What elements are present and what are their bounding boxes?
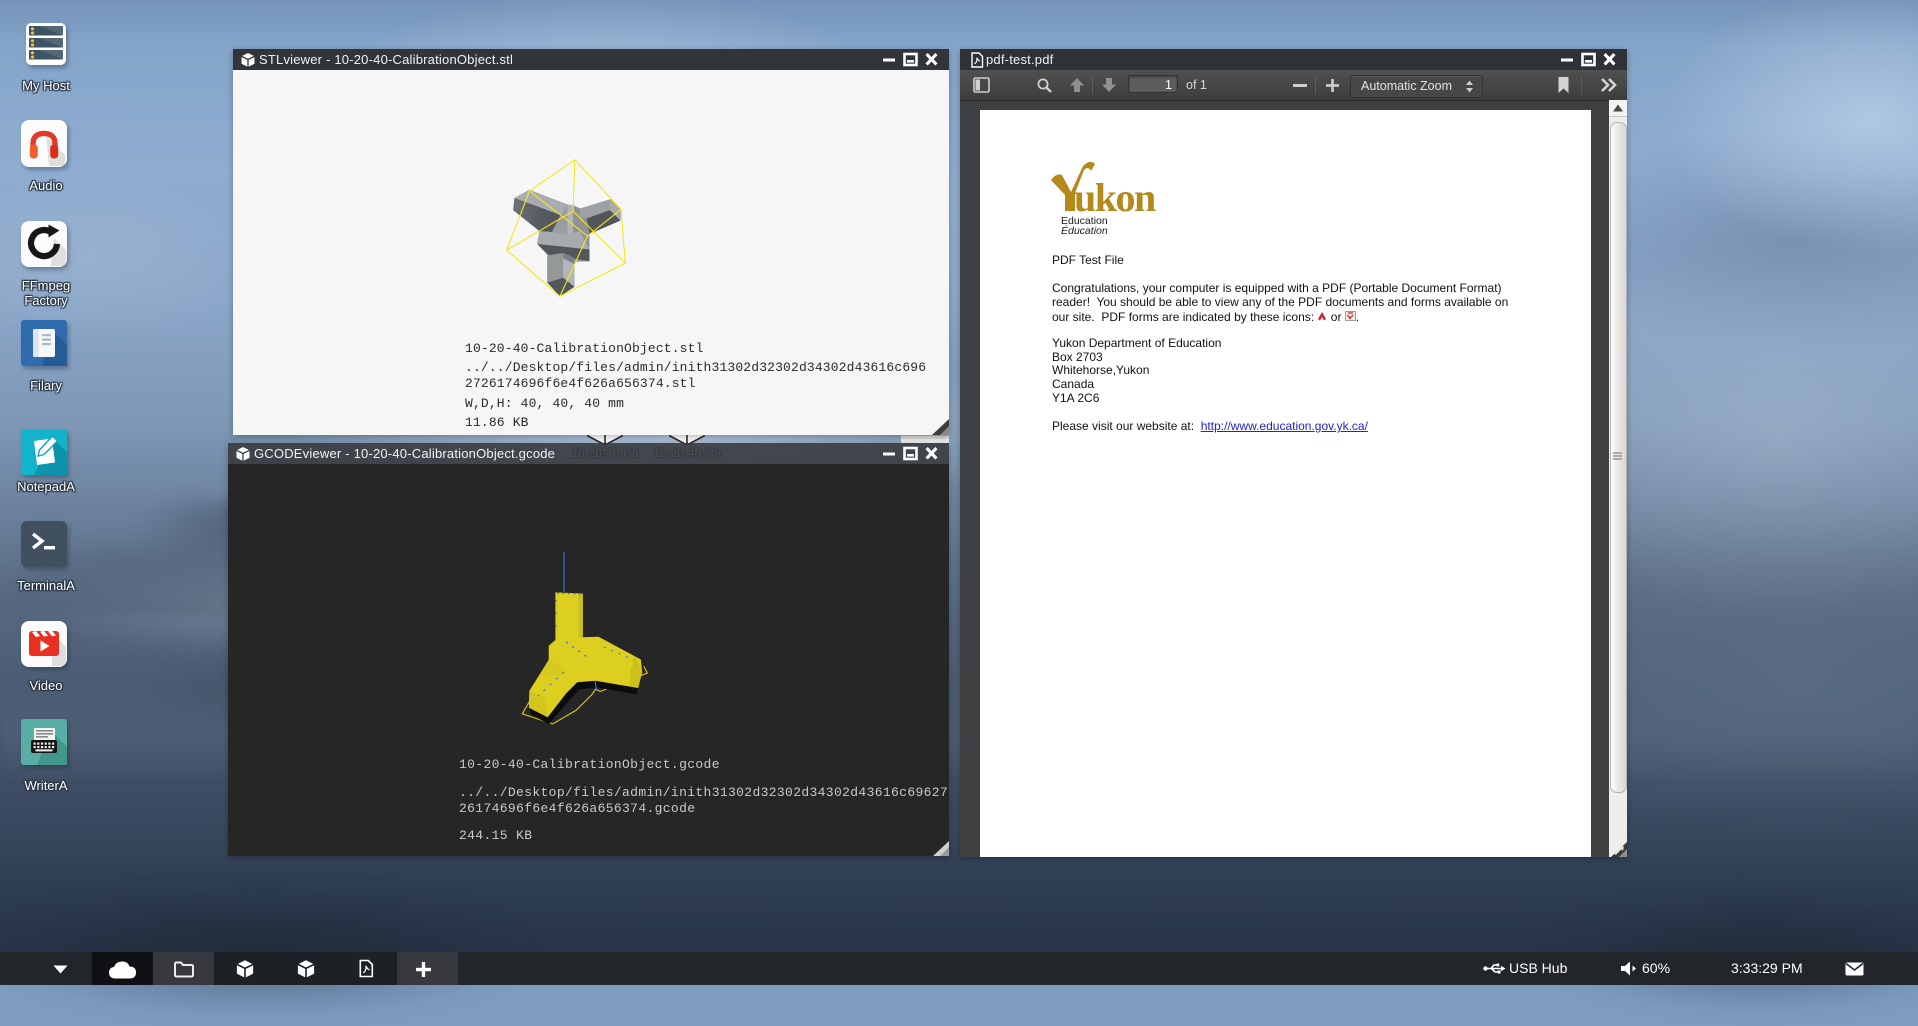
- svg-text:ukon: ukon: [1074, 175, 1156, 216]
